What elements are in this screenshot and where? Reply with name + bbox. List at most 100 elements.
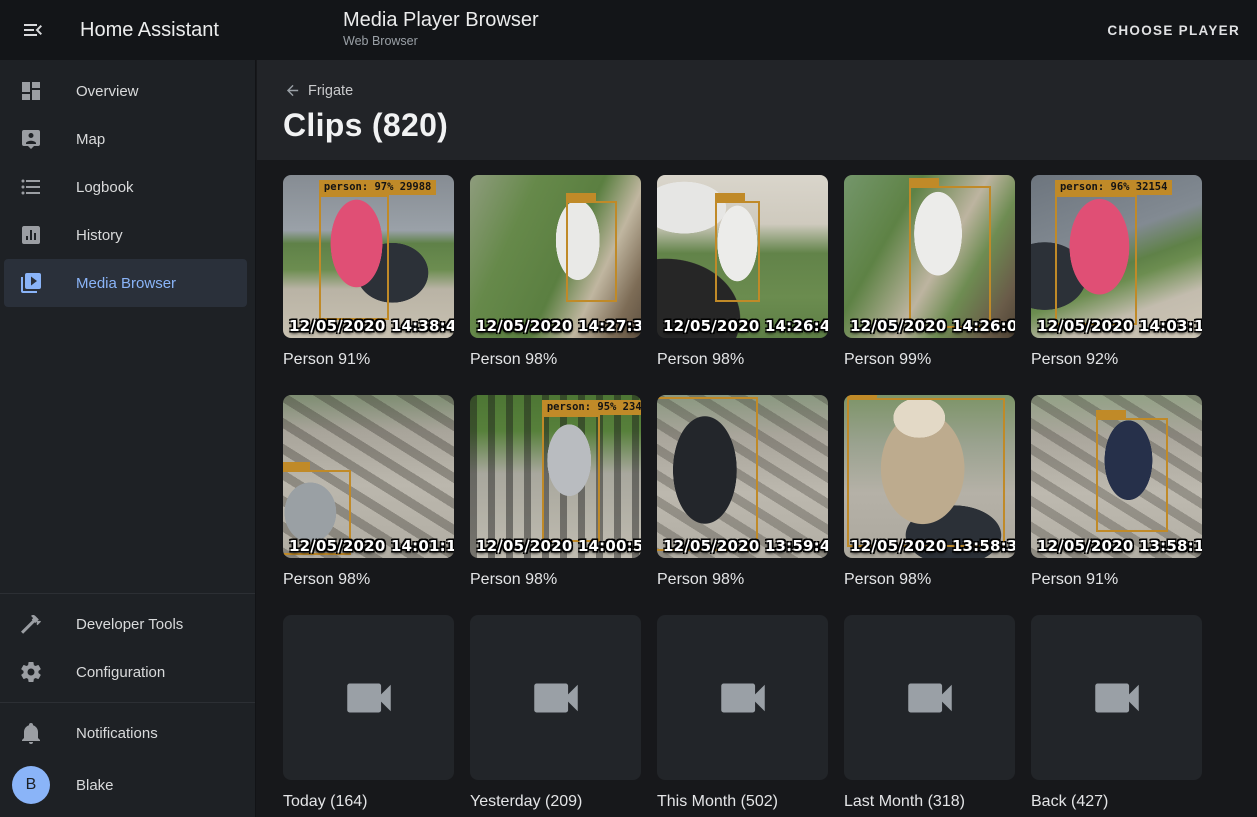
clip-timestamp: 12/05/2020 14:00:52 — [476, 537, 641, 555]
folder-thumbnail[interactable] — [283, 615, 454, 780]
sidebar-item-label: Logbook — [76, 179, 134, 196]
play-box-icon — [19, 271, 43, 295]
clip-thumbnail[interactable]: 12/05/2020 13:58:30 — [844, 395, 1015, 558]
clip-thumbnail[interactable]: 12/05/2020 14:26:07 — [844, 175, 1015, 338]
dashboard-icon — [19, 79, 43, 103]
folder-label: Back (427) — [1031, 792, 1202, 811]
sidebar-item-map[interactable]: Map — [4, 115, 247, 163]
clip-card[interactable]: 12/05/2020 13:58:30 Person 98% — [844, 395, 1015, 589]
breadcrumb-label[interactable]: Frigate — [308, 83, 353, 99]
clip-label: Person 98% — [657, 570, 828, 589]
detection-bbox: person: 95% 23432 — [542, 415, 600, 542]
clip-card[interactable]: person: 97% 29988 12/05/2020 14:38:47 Pe… — [283, 175, 454, 369]
videocam-icon — [901, 669, 959, 727]
main-header: Frigate Clips (820) — [257, 60, 1257, 160]
folder-thumbnail[interactable] — [1031, 615, 1202, 780]
clip-thumbnail[interactable]: 12/05/2020 13:58:17 — [1031, 395, 1202, 558]
folder-card[interactable]: Yesterday (209) — [470, 615, 641, 811]
clip-timestamp: 12/05/2020 13:58:17 — [1037, 537, 1202, 555]
sidebar-item-history[interactable]: History — [4, 211, 247, 259]
clip-thumbnail[interactable]: 12/05/2020 14:26:48 — [657, 175, 828, 338]
sidebar-item-logbook[interactable]: Logbook — [4, 163, 247, 211]
folder-label: Yesterday (209) — [470, 792, 641, 811]
sidebar-divider — [0, 702, 255, 703]
clip-timestamp: 12/05/2020 14:01:14 — [289, 537, 454, 555]
detection-bbox: person: 96% 32154 — [1055, 195, 1137, 325]
clip-thumbnail[interactable]: person: 96% 32154 12/05/2020 14:03:17 — [1031, 175, 1202, 338]
clip-thumbnail[interactable]: 12/05/2020 13:59:49 — [657, 395, 828, 558]
clip-timestamp: 12/05/2020 13:58:30 — [850, 537, 1015, 555]
folder-label: Today (164) — [283, 792, 454, 811]
user-avatar[interactable]: B — [12, 766, 50, 804]
folder-card[interactable]: Back (427) — [1031, 615, 1202, 811]
detection-bbox — [909, 186, 991, 328]
sidebar-item-label: Developer Tools — [76, 616, 183, 633]
clip-card[interactable]: 12/05/2020 13:58:17 Person 91% — [1031, 395, 1202, 589]
videocam-icon — [527, 669, 585, 727]
detection-bbox: person: 97% 29988 — [319, 195, 389, 321]
choose-player-button[interactable]: CHOOSE PLAYER — [1107, 0, 1240, 60]
clip-label: Person 91% — [283, 350, 454, 369]
clip-thumbnail[interactable]: person: 97% 29988 12/05/2020 14:38:47 — [283, 175, 454, 338]
videocam-icon — [340, 669, 398, 727]
clip-card[interactable]: person: 95% 23432 12/05/2020 14:00:52 Pe… — [470, 395, 641, 589]
videocam-icon — [714, 669, 772, 727]
map-account-icon — [19, 127, 43, 151]
clip-card[interactable]: 12/05/2020 14:27:35 Person 98% — [470, 175, 641, 369]
sidebar-item-developer-tools[interactable]: Developer Tools — [4, 600, 247, 648]
clip-label: Person 99% — [844, 350, 1015, 369]
videocam-icon — [1088, 669, 1146, 727]
clip-timestamp: 12/05/2020 13:59:49 — [663, 537, 828, 555]
sidebar-item-label: Configuration — [76, 664, 165, 681]
menu-open-icon[interactable] — [21, 18, 45, 42]
sidebar-item-configuration[interactable]: Configuration — [4, 648, 247, 696]
clip-label: Person 98% — [657, 350, 828, 369]
clip-thumbnail[interactable]: person: 95% 23432 12/05/2020 14:00:52 — [470, 395, 641, 558]
detection-label: person: 95% 23432 — [542, 400, 641, 415]
folder-card[interactable]: This Month (502) — [657, 615, 828, 811]
sidebar-item-label: Overview — [76, 83, 139, 100]
sidebar-item-label: Media Browser — [76, 275, 176, 292]
web-browser-subtitle: Web Browser — [343, 34, 539, 48]
sidebar-item-notifications[interactable]: Notifications — [4, 709, 247, 757]
sidebar-user[interactable]: B Blake — [4, 757, 247, 813]
clip-card[interactable]: 12/05/2020 14:01:14 Person 98% — [283, 395, 454, 589]
clip-card[interactable]: person: 96% 32154 12/05/2020 14:03:17 Pe… — [1031, 175, 1202, 369]
list-icon — [19, 175, 43, 199]
clip-timestamp: 12/05/2020 14:26:07 — [850, 317, 1015, 335]
clip-label: Person 92% — [1031, 350, 1202, 369]
clips-grid: person: 97% 29988 12/05/2020 14:38:47 Pe… — [257, 160, 1257, 811]
detection-label: person: 96% 32154 — [1055, 180, 1172, 195]
detection-bbox — [657, 397, 758, 552]
media-player-browser-title: Media Player Browser — [343, 8, 539, 32]
sidebar: Overview Map Logbook History Media Brows… — [0, 60, 256, 817]
folder-thumbnail[interactable] — [844, 615, 1015, 780]
detection-bbox — [1096, 418, 1168, 532]
clip-card[interactable]: 12/05/2020 14:26:07 Person 99% — [844, 175, 1015, 369]
folder-card[interactable]: Last Month (318) — [844, 615, 1015, 811]
clip-card[interactable]: 12/05/2020 13:59:49 Person 98% — [657, 395, 828, 589]
arrow-left-icon — [284, 82, 301, 99]
page-title: Clips (820) — [283, 107, 1257, 144]
user-name: Blake — [76, 777, 114, 794]
clip-timestamp: 12/05/2020 14:38:47 — [289, 317, 454, 335]
folder-label: Last Month (318) — [844, 792, 1015, 811]
gear-icon — [19, 660, 43, 684]
clip-card[interactable]: 12/05/2020 14:26:48 Person 98% — [657, 175, 828, 369]
folder-label: This Month (502) — [657, 792, 828, 811]
folder-thumbnail[interactable] — [470, 615, 641, 780]
clip-thumbnail[interactable]: 12/05/2020 14:01:14 — [283, 395, 454, 558]
folder-card[interactable]: Today (164) — [283, 615, 454, 811]
clip-timestamp: 12/05/2020 14:27:35 — [476, 317, 641, 335]
media-browser-content[interactable]: person: 97% 29988 12/05/2020 14:38:47 Pe… — [257, 160, 1257, 817]
sidebar-item-overview[interactable]: Overview — [4, 67, 247, 115]
sidebar-item-media-browser[interactable]: Media Browser — [4, 259, 247, 307]
sidebar-item-label: Notifications — [76, 725, 158, 742]
detection-bbox — [847, 398, 1004, 546]
folder-thumbnail[interactable] — [657, 615, 828, 780]
breadcrumb[interactable]: Frigate — [284, 82, 1257, 99]
detection-bbox — [715, 201, 759, 302]
clip-label: Person 98% — [470, 350, 641, 369]
detection-label: person: 97% 29988 — [319, 180, 436, 195]
clip-thumbnail[interactable]: 12/05/2020 14:27:35 — [470, 175, 641, 338]
